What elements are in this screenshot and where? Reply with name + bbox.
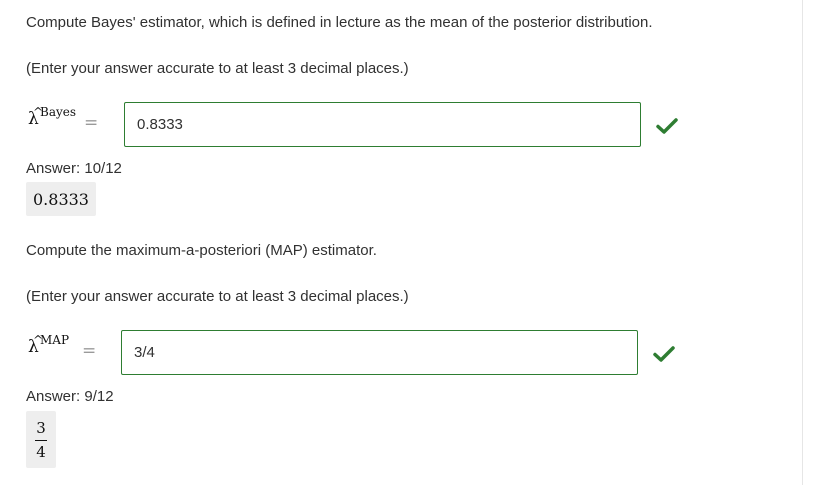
q2-answer-label: Answer: 9/12 bbox=[26, 388, 114, 405]
q2-fraction-bar bbox=[35, 440, 47, 441]
q1-answer-input[interactable] bbox=[125, 103, 640, 146]
right-divider bbox=[802, 0, 803, 485]
q1-lambda: λ bbox=[28, 109, 39, 129]
q1-answer-input-box[interactable] bbox=[124, 102, 641, 147]
q1-prompt: Compute Bayes' estimator, which is defin… bbox=[26, 14, 653, 31]
q2-fraction-denominator: 4 bbox=[36, 443, 46, 461]
q2-answer-display: 3 4 bbox=[26, 411, 56, 468]
q1-superscript: Bayes bbox=[40, 105, 77, 119]
q1-equals: = bbox=[84, 113, 99, 133]
q2-equals: = bbox=[82, 341, 97, 361]
q1-note: (Enter your answer accurate to at least … bbox=[26, 60, 409, 77]
check-icon bbox=[656, 118, 678, 134]
q2-superscript: MAP bbox=[40, 333, 70, 347]
q2-answer-input[interactable] bbox=[122, 331, 637, 374]
q2-lambda-map-symbol: ^ λ MAP bbox=[28, 332, 88, 364]
q1-answer-label: Answer: 10/12 bbox=[26, 160, 122, 177]
q2-prompt: Compute the maximum-a-posteriori (MAP) e… bbox=[26, 242, 377, 259]
q1-answer-value: 0.8333 bbox=[33, 190, 89, 209]
q1-answer-display: 0.8333 bbox=[26, 182, 96, 216]
q2-fraction-numerator: 3 bbox=[36, 419, 46, 437]
check-icon bbox=[653, 346, 675, 362]
q2-lambda: λ bbox=[28, 337, 39, 357]
q2-answer-input-box[interactable] bbox=[121, 330, 638, 375]
q1-lambda-bayes-symbol: ^ λ Bayes bbox=[28, 104, 88, 136]
q2-note: (Enter your answer accurate to at least … bbox=[26, 288, 409, 305]
